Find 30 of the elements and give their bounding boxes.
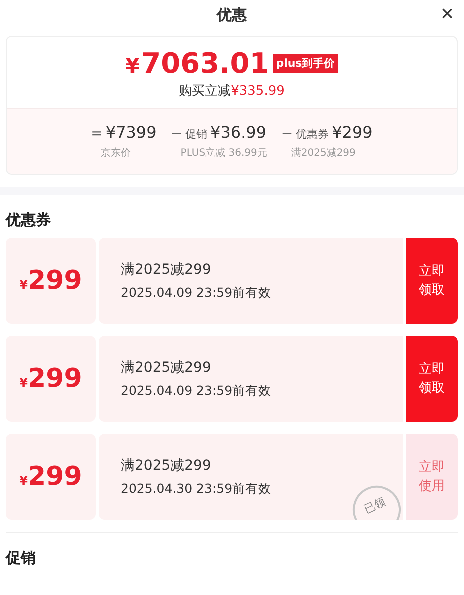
coupon-action-button[interactable]: 立即领取 bbox=[406, 238, 458, 324]
breakdown-label: 优惠券 bbox=[296, 127, 330, 142]
operator-sign: − bbox=[281, 126, 294, 142]
coupon-amount: ¥299 bbox=[20, 462, 82, 492]
final-price: ¥7063.01 bbox=[126, 47, 270, 80]
breakdown-amount: ¥299 bbox=[332, 123, 373, 142]
breakdown-amount: ¥7399 bbox=[106, 123, 157, 142]
coupon-action-button[interactable]: 立即领取 bbox=[406, 336, 458, 422]
coupon-amount: ¥299 bbox=[20, 266, 82, 296]
coupon-condition: 满2025减299 bbox=[121, 260, 212, 278]
coupon-action-button[interactable]: 立即使用 bbox=[406, 434, 458, 520]
coupon-amount: ¥299 bbox=[20, 364, 82, 394]
close-button[interactable]: × bbox=[437, 2, 458, 26]
coupon-validity: 2025.04.09 23:59前有效 bbox=[121, 382, 273, 400]
coupon-condition: 满2025减299 bbox=[121, 358, 212, 376]
section-title: 促销 bbox=[4, 548, 37, 569]
sheet-title: 优惠 bbox=[217, 6, 247, 24]
coupon-validity: 2025.04.30 23:59前有效 bbox=[121, 480, 273, 498]
saving-text: 购买立减¥335.99 bbox=[179, 83, 285, 100]
operator-sign: = bbox=[91, 126, 103, 142]
coupon-validity: 2025.04.09 23:59前有效 bbox=[121, 284, 273, 302]
coupon-condition: 满2025减299 bbox=[121, 456, 212, 474]
breakdown-note: PLUS立减 36.99元 bbox=[180, 146, 268, 160]
section-title: 优惠券 bbox=[4, 210, 52, 231]
plus-price-tag: plus到手价 bbox=[273, 54, 338, 73]
breakdown-note: 京东价 bbox=[100, 146, 132, 160]
operator-sign: − bbox=[170, 126, 183, 142]
breakdown-amount: ¥36.99 bbox=[210, 123, 267, 142]
breakdown-note: 满2025减299 bbox=[290, 146, 356, 160]
breakdown-label: 促销 bbox=[186, 127, 208, 142]
